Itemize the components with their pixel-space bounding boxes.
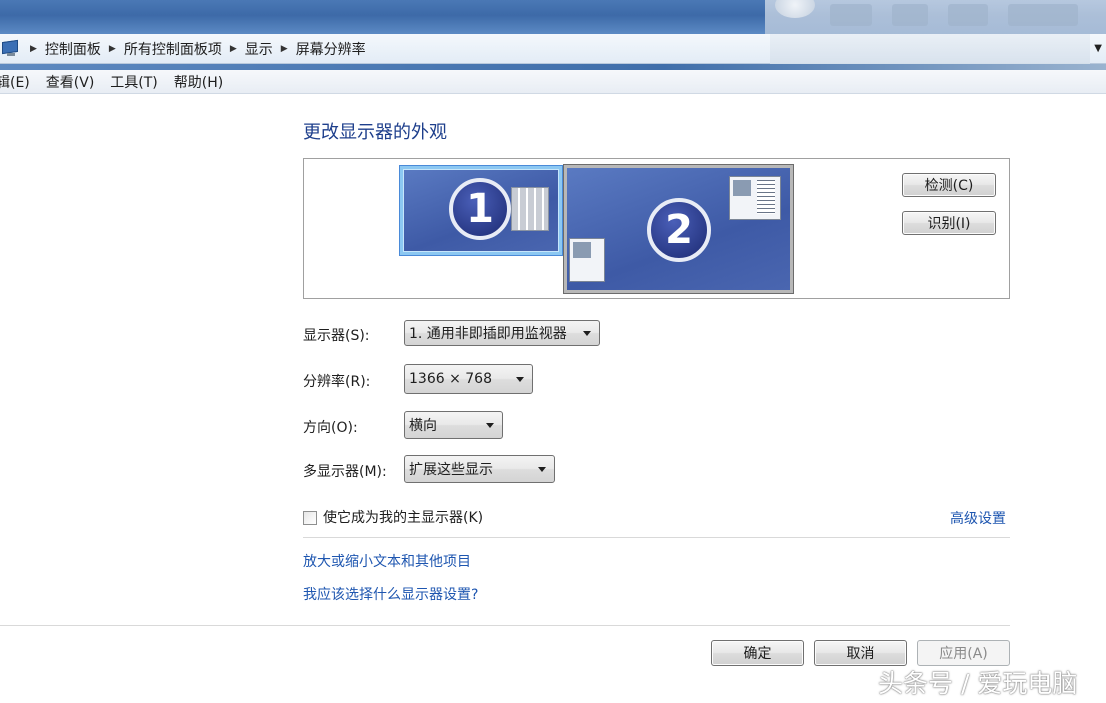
display-settings-help-link[interactable]: 我应该选择什么显示器设置?: [303, 584, 478, 604]
advanced-settings-link[interactable]: 高级设置: [950, 508, 1006, 528]
menu-bar: 辑(E) 查看(V) 工具(T) 帮助(H): [0, 70, 1106, 94]
background-ribbon-tab: [1008, 4, 1078, 26]
detect-button[interactable]: 检测(C): [902, 173, 996, 197]
breadcrumb-screen-resolution[interactable]: 屏幕分辨率: [296, 39, 366, 59]
watermark: 头条号 / 爱玩电脑: [878, 669, 1078, 698]
primary-display-option[interactable]: 使它成为我的主显示器(K): [303, 507, 483, 527]
monitor-1[interactable]: 1: [400, 166, 562, 255]
desktop-icons-grid: [511, 187, 549, 231]
primary-display-checkbox-label[interactable]: 使它成为我的主显示器(K): [323, 507, 483, 527]
monitor-number-badge: 1: [449, 178, 511, 240]
breadcrumb-arrow-icon[interactable]: ▶: [109, 44, 116, 54]
multiple-displays-select-value: 扩展这些显示: [409, 462, 493, 478]
breadcrumb-arrow-icon[interactable]: ▶: [281, 44, 288, 54]
title-bar: [0, 0, 1106, 34]
monitor-number-badge: 2: [647, 198, 711, 262]
cancel-button[interactable]: 取消: [814, 640, 907, 666]
breadcrumb-arrow-icon[interactable]: ▶: [30, 44, 37, 54]
control-panel-display-icon: [2, 39, 22, 58]
menu-edit[interactable]: 辑(E): [0, 72, 30, 92]
orientation-select-value: 横向: [409, 418, 437, 434]
window-thumbnail: [569, 238, 605, 282]
display-select[interactable]: 1. 通用非即插即用监视器: [404, 320, 600, 346]
background-ribbon-tab: [948, 4, 988, 26]
background-ribbon-tab: [830, 4, 872, 26]
display-label: 显示器(S):: [303, 328, 370, 344]
chevron-down-icon: [583, 331, 591, 336]
breadcrumb-control-panel[interactable]: 控制面板: [45, 39, 101, 59]
menu-view[interactable]: 查看(V): [46, 72, 95, 92]
orientation-select[interactable]: 横向: [404, 411, 503, 439]
chevron-down-icon: [516, 377, 524, 382]
divider: [303, 537, 1010, 538]
monitor-2[interactable]: 2: [564, 165, 793, 293]
orientation-label: 方向(O):: [303, 420, 358, 436]
primary-display-checkbox[interactable]: [303, 511, 317, 525]
divider: [0, 625, 1010, 626]
resolution-select[interactable]: 1366 × 768: [404, 364, 533, 394]
page-title: 更改显示器的外观: [303, 122, 447, 143]
apply-button[interactable]: 应用(A): [917, 640, 1010, 666]
monitor-preview-area: 1 2 检测(C) 识别(I): [303, 158, 1010, 299]
chevron-down-icon: [538, 467, 546, 472]
multiple-displays-select[interactable]: 扩展这些显示: [404, 455, 555, 483]
background-window-toolbar: [770, 34, 1090, 64]
menu-tools[interactable]: 工具(T): [110, 72, 157, 92]
menu-help[interactable]: 帮助(H): [174, 72, 223, 92]
window-thumbnail-lines: [757, 180, 775, 214]
chevron-down-icon: [486, 423, 494, 428]
display-select-value: 1. 通用非即插即用监视器: [409, 326, 567, 342]
text-size-link[interactable]: 放大或缩小文本和其他项目: [303, 551, 471, 571]
ok-button[interactable]: 确定: [711, 640, 804, 666]
screen-resolution-window: ▶ 控制面板 ▶ 所有控制面板项 ▶ 显示 ▶ 屏幕分辨率 ▼ 辑(E) 查看(…: [0, 0, 1106, 703]
breadcrumb-display[interactable]: 显示: [245, 39, 273, 59]
multiple-displays-label: 多显示器(M):: [303, 464, 387, 480]
address-bar[interactable]: ▶ 控制面板 ▶ 所有控制面板项 ▶ 显示 ▶ 屏幕分辨率 ▼: [0, 34, 1106, 64]
resolution-label: 分辨率(R):: [303, 374, 371, 390]
identify-button[interactable]: 识别(I): [902, 211, 996, 235]
address-dropdown-icon[interactable]: ▼: [1094, 43, 1102, 54]
breadcrumb-all-items[interactable]: 所有控制面板项: [124, 39, 222, 59]
breadcrumb-arrow-icon[interactable]: ▶: [230, 44, 237, 54]
resolution-select-value: 1366 × 768: [409, 371, 492, 387]
background-ribbon-tab: [892, 4, 928, 26]
